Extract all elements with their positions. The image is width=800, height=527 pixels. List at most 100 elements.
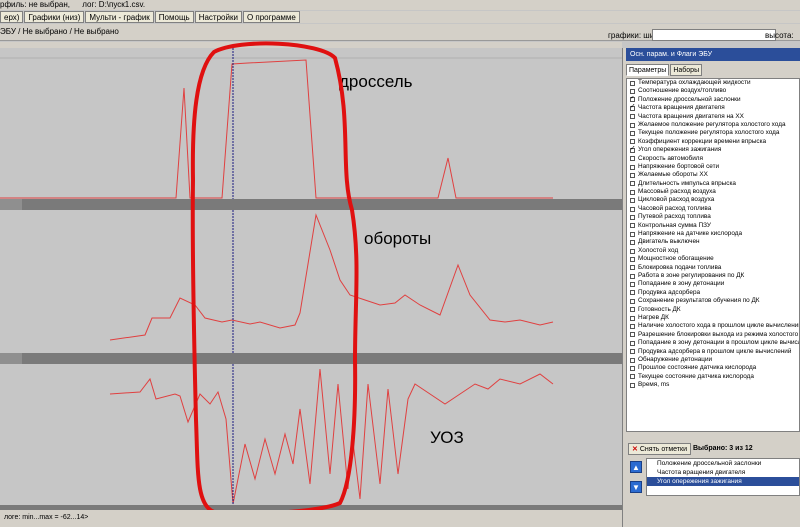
parameter-label: Нагрев ДК bbox=[638, 313, 669, 321]
parameter-checkbox[interactable] bbox=[630, 298, 635, 304]
tab-settings[interactable]: Настройки bbox=[194, 11, 242, 23]
parameter-row[interactable]: Работа в зоне регулирования по ДК bbox=[627, 272, 799, 280]
parameter-row[interactable]: Нагрев ДК bbox=[627, 314, 799, 322]
parameter-checkbox[interactable] bbox=[630, 131, 635, 137]
parameter-checkbox[interactable] bbox=[630, 172, 635, 178]
parameter-checkbox[interactable] bbox=[630, 374, 635, 380]
ignition-plot[interactable]: УОЗ bbox=[0, 364, 622, 505]
move-down-button[interactable]: ▼ bbox=[630, 481, 642, 493]
parameter-row[interactable]: Время, ms bbox=[627, 381, 799, 389]
parameter-row[interactable]: Попадание в зону детонации в прошлом цик… bbox=[627, 339, 799, 347]
parameter-row[interactable]: Путевой расход топлива bbox=[627, 213, 799, 221]
parameter-checkbox[interactable] bbox=[630, 282, 635, 288]
parameter-checkbox[interactable] bbox=[630, 365, 635, 371]
parameter-checkbox[interactable] bbox=[630, 248, 635, 254]
parameter-checkbox[interactable] bbox=[630, 114, 635, 120]
parameter-row[interactable]: Часовой расход топлива bbox=[627, 205, 799, 213]
rpm-plot[interactable]: обороты bbox=[0, 210, 622, 353]
parameter-checkbox[interactable] bbox=[630, 256, 635, 262]
parameter-row[interactable]: Желаемые обороты ХХ bbox=[627, 171, 799, 179]
parameter-checkbox[interactable] bbox=[630, 357, 635, 363]
parameter-row[interactable]: Напряжение бортовой сети bbox=[627, 163, 799, 171]
parameter-row[interactable]: Соотношение воздух/топливо bbox=[627, 87, 799, 95]
parameter-row[interactable]: Коэффициент коррекции времени впрыска bbox=[627, 138, 799, 146]
parameter-row[interactable]: Прошлое состояние датчика кислорода bbox=[627, 364, 799, 372]
parameter-checkbox[interactable] bbox=[630, 181, 635, 187]
parameter-checkbox[interactable] bbox=[630, 96, 636, 103]
parameter-row[interactable]: Скорость автомобиля bbox=[627, 155, 799, 163]
parameter-checkbox[interactable] bbox=[630, 164, 635, 170]
parameter-row[interactable]: Продувка адсорбера bbox=[627, 289, 799, 297]
parameter-checkbox[interactable] bbox=[630, 265, 635, 271]
parameter-checkbox[interactable] bbox=[630, 206, 635, 212]
tab-graphs-top[interactable]: ерх) bbox=[0, 11, 24, 23]
selected-item[interactable]: Частота вращения двигателя bbox=[647, 468, 799, 477]
parameter-row[interactable]: Блокировка подачи топлива bbox=[627, 264, 799, 272]
splitter-handle[interactable] bbox=[0, 353, 22, 364]
parameter-row[interactable]: Угол опережения зажигания bbox=[627, 146, 799, 154]
parameter-row[interactable]: Холостой ход bbox=[627, 247, 799, 255]
parameter-checkbox[interactable] bbox=[630, 315, 635, 321]
parameter-checkbox[interactable] bbox=[630, 89, 635, 95]
parameter-checkbox[interactable] bbox=[630, 231, 635, 237]
parameter-checkbox[interactable] bbox=[630, 214, 635, 220]
parameter-row[interactable]: Разрешение блокировки выхода из режима х… bbox=[627, 331, 799, 339]
arrow-up-icon: ▲ bbox=[632, 463, 640, 472]
clear-selection-button[interactable]: ✕ Снять отметки bbox=[628, 443, 691, 455]
parameter-checkbox[interactable] bbox=[630, 80, 635, 86]
tab-parameters[interactable]: Параметры bbox=[626, 64, 670, 76]
parameter-checkbox[interactable] bbox=[630, 223, 635, 229]
parameter-row[interactable]: Наличие холостого хода в прошлом цикле в… bbox=[627, 322, 799, 330]
parameter-checkbox[interactable] bbox=[630, 198, 635, 204]
parameter-row[interactable]: Длительность импульса впрыска bbox=[627, 180, 799, 188]
parameter-checkbox[interactable] bbox=[630, 382, 635, 388]
parameter-row[interactable]: Обнаружение детонации bbox=[627, 356, 799, 364]
tab-about[interactable]: О программе bbox=[242, 11, 300, 23]
parameter-row[interactable]: Цикловой расход воздуха bbox=[627, 196, 799, 204]
graph-width-input[interactable] bbox=[652, 29, 776, 41]
parameter-row[interactable]: Текущее положение регулятора холостого х… bbox=[627, 129, 799, 137]
parameter-row[interactable]: Положение дроссельной заслонки bbox=[627, 96, 799, 104]
parameter-row[interactable]: Массовый расход воздуха bbox=[627, 188, 799, 196]
throttle-plot[interactable]: дроссель bbox=[0, 48, 622, 199]
close-icon: ✕ bbox=[632, 446, 638, 453]
tab-multi-graph[interactable]: Мульти - график bbox=[85, 11, 154, 23]
parameter-checkbox[interactable] bbox=[630, 340, 635, 346]
parameter-row[interactable]: Продувка адсорбера в прошлом цикле вычис… bbox=[627, 348, 799, 356]
parameter-row[interactable]: Попадание в зону детонации bbox=[627, 280, 799, 288]
plot-splitter[interactable] bbox=[0, 199, 622, 210]
parameter-checkbox[interactable] bbox=[630, 189, 635, 195]
parameter-checkbox[interactable] bbox=[630, 349, 635, 355]
parameter-row[interactable]: Текущее состояние датчика кислорода bbox=[627, 373, 799, 381]
move-up-button[interactable]: ▲ bbox=[630, 461, 642, 473]
parameter-checkbox[interactable] bbox=[630, 139, 635, 145]
tab-graphs-bottom[interactable]: Графики (низ) bbox=[24, 11, 85, 23]
tab-help[interactable]: Помощь bbox=[154, 11, 194, 23]
parameter-row[interactable]: Двигатель выключен bbox=[627, 238, 799, 246]
parameter-row[interactable]: Готовность ДК bbox=[627, 306, 799, 314]
parameter-checkbox[interactable] bbox=[630, 240, 635, 246]
parameter-row[interactable]: Контрольная сумма ПЗУ bbox=[627, 222, 799, 230]
tab-sets[interactable]: Наборы bbox=[670, 64, 703, 76]
parameter-checkbox[interactable] bbox=[630, 273, 635, 279]
selected-item[interactable]: Положение дроссельной заслонки bbox=[647, 459, 799, 468]
parameter-checkbox[interactable] bbox=[630, 332, 635, 338]
parameter-checkbox[interactable] bbox=[630, 156, 635, 162]
parameter-row[interactable]: Частота вращения двигателя на ХХ bbox=[627, 113, 799, 121]
selected-item[interactable]: Угол опережения зажигания bbox=[647, 477, 799, 486]
parameter-row[interactable]: Температура охлаждающей жидкости bbox=[627, 79, 799, 87]
splitter-handle[interactable] bbox=[0, 199, 22, 210]
parameter-row[interactable]: Мощностное обогащение bbox=[627, 255, 799, 263]
parameter-checkbox[interactable] bbox=[630, 146, 636, 153]
parameter-row[interactable]: Желаемое положение регулятора холостого … bbox=[627, 121, 799, 129]
parameter-checkbox[interactable] bbox=[630, 104, 636, 111]
parameter-checkbox[interactable] bbox=[630, 290, 635, 296]
parameter-row[interactable]: Напряжение на датчике кислорода bbox=[627, 230, 799, 238]
parameter-row[interactable]: Частота вращения двигателя bbox=[627, 104, 799, 112]
parameter-checkbox[interactable] bbox=[630, 122, 635, 128]
parameter-checkbox[interactable] bbox=[630, 324, 635, 330]
parameter-row[interactable]: Сохранение результатов обучения по ДК bbox=[627, 297, 799, 305]
plot-splitter[interactable] bbox=[0, 353, 622, 364]
parameter-checkbox[interactable] bbox=[630, 307, 635, 313]
ignition-trace-svg bbox=[109, 364, 554, 505]
